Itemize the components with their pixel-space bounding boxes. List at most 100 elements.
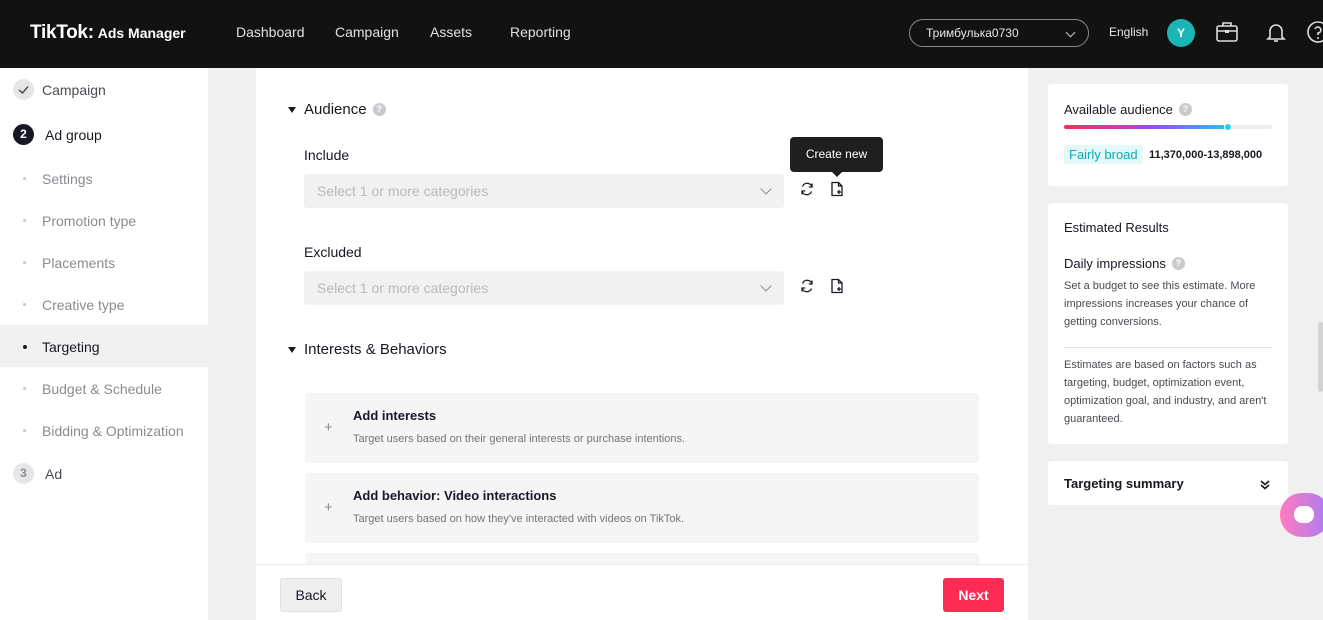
step-campaign-label: Campaign	[42, 82, 106, 98]
include-select[interactable]: Select 1 or more categories	[304, 174, 784, 208]
refresh-icon[interactable]	[799, 181, 815, 197]
logo-main-text: TikTok	[30, 22, 88, 43]
available-audience-header: Available audience ?	[1064, 102, 1192, 117]
chat-button[interactable]	[1280, 493, 1323, 537]
plus-icon: +	[324, 419, 333, 436]
sidebar-item-promotion-type[interactable]: Promotion type	[0, 199, 208, 241]
step-number: 2	[13, 124, 34, 145]
chevron-down-icon	[760, 183, 772, 195]
audience-size-range: 11,370,000-13,898,000	[1149, 149, 1263, 161]
sidebar-item-targeting[interactable]: Targeting	[0, 325, 208, 367]
create-file-icon[interactable]	[829, 278, 845, 294]
back-button[interactable]: Back	[280, 578, 342, 612]
available-audience-title: Available audience	[1064, 102, 1173, 117]
step-ad[interactable]: 3 Ad	[0, 452, 208, 494]
sidebar-item-budget-schedule[interactable]: Budget & Schedule	[0, 367, 208, 409]
nav-assets[interactable]: Assets	[430, 24, 472, 40]
tiktok-ads-manager-logo[interactable]: TikTok: Ads Manager	[30, 22, 186, 44]
targeting-summary-panel[interactable]: Targeting summary	[1048, 461, 1288, 505]
interests-title: Interests & Behaviors	[304, 341, 447, 358]
sidebar-item-bidding-optimization[interactable]: Bidding & Optimization	[0, 409, 208, 451]
bullet	[23, 345, 27, 349]
audience-size-meter	[1064, 123, 1272, 131]
chevron-down-icon	[1065, 27, 1076, 38]
bell-icon[interactable]	[1264, 20, 1288, 44]
steps-sidebar: Campaign 2 Ad group Settings Promotion t…	[0, 68, 208, 620]
divider	[1064, 347, 1272, 348]
step-ad-label: Ad	[45, 466, 63, 482]
sidebar-item-label: Budget & Schedule	[42, 381, 162, 397]
sidebar-item-settings[interactable]: Settings	[0, 157, 208, 199]
sidebar-item-label: Bidding & Optimization	[42, 423, 184, 439]
collapse-triangle-icon	[288, 346, 296, 353]
audience-section-header[interactable]: Audience ?	[288, 101, 386, 118]
collapse-triangle-icon	[288, 106, 296, 113]
step-ad-group[interactable]: 2 Ad group	[0, 113, 208, 155]
interests-section-header[interactable]: Interests & Behaviors	[288, 341, 447, 358]
targeting-summary-title: Targeting summary	[1064, 476, 1184, 491]
top-navigation-bar: TikTok: Ads Manager Dashboard Campaign A…	[0, 0, 1323, 68]
excluded-select[interactable]: Select 1 or more categories	[304, 271, 784, 305]
audience-breadth-badge: Fairly broad	[1064, 145, 1143, 164]
help-icon[interactable]	[1306, 20, 1323, 44]
excluded-label: Excluded	[304, 244, 362, 260]
sidebar-item-label: Targeting	[42, 339, 100, 355]
chevron-down-icon	[760, 280, 772, 292]
sidebar-item-creative-type[interactable]: Creative type	[0, 283, 208, 325]
daily-impressions-text: Set a budget to see this estimate. More …	[1064, 280, 1256, 328]
step-campaign[interactable]: Campaign	[0, 68, 208, 110]
include-label: Include	[304, 147, 350, 163]
page-scrollbar[interactable]	[1318, 322, 1323, 392]
logo-separator: :	[87, 22, 94, 43]
card-title: Add interests	[353, 408, 437, 423]
card-description: Target users based on their general inte…	[353, 433, 686, 445]
bullet	[23, 429, 26, 432]
help-icon[interactable]: ?	[1178, 103, 1192, 116]
estimated-results-title: Estimated Results	[1064, 220, 1169, 235]
help-icon[interactable]: ?	[1171, 257, 1185, 270]
add-interests-card[interactable]: + Add interests Target users based on th…	[305, 393, 979, 463]
next-button[interactable]: Next	[943, 578, 1004, 612]
check-icon	[13, 79, 34, 100]
nav-reporting[interactable]: Reporting	[510, 24, 571, 40]
sidebar-item-label: Settings	[42, 171, 93, 187]
double-chevron-down-icon[interactable]	[1259, 479, 1271, 491]
briefcase-icon[interactable]	[1215, 20, 1239, 44]
sidebar-item-label: Placements	[42, 255, 116, 271]
audience-size-marker	[1224, 123, 1233, 131]
card-title: Add behavior: Video interactions	[353, 488, 557, 503]
targeting-form: Audience ? Include Select 1 or more cate…	[256, 68, 1028, 620]
step-number: 3	[13, 463, 34, 484]
include-placeholder: Select 1 or more categories	[317, 183, 489, 199]
card-description: Target users based on how they've intera…	[353, 513, 685, 525]
bullet	[23, 219, 26, 222]
estimated-results-panel: Estimated Results Daily impressions ? Se…	[1048, 203, 1288, 444]
bullet	[23, 387, 26, 390]
language-selector[interactable]: English	[1109, 25, 1148, 39]
sidebar-item-placements[interactable]: Placements	[0, 241, 208, 283]
help-icon[interactable]: ?	[372, 103, 386, 116]
audience-title: Audience	[304, 101, 367, 118]
form-footer: Back Next	[256, 564, 1028, 620]
estimate-disclaimer: Estimates are based on factors such as t…	[1064, 359, 1267, 425]
audience-size-fill	[1064, 125, 1229, 129]
available-audience-panel: Available audience ? Fairly broad 11,370…	[1048, 84, 1288, 186]
sidebar-item-label: Creative type	[42, 297, 125, 313]
daily-impressions-title: Daily impressions	[1064, 256, 1166, 271]
bullet	[23, 303, 26, 306]
nav-dashboard[interactable]: Dashboard	[236, 24, 305, 40]
excluded-placeholder: Select 1 or more categories	[317, 280, 489, 296]
avatar[interactable]: Y	[1167, 19, 1195, 47]
account-name: Тримбулька0730	[926, 26, 1019, 40]
chat-icon	[1294, 506, 1314, 523]
refresh-icon[interactable]	[799, 278, 815, 294]
plus-icon: +	[324, 499, 333, 516]
add-behavior-card[interactable]: + Add behavior: Video interactions Targe…	[305, 473, 979, 543]
create-new-tooltip: Create new	[790, 137, 883, 177]
create-file-icon[interactable]	[829, 181, 845, 197]
sidebar-item-label: Promotion type	[42, 213, 137, 229]
nav-campaign[interactable]: Campaign	[335, 24, 399, 40]
bullet	[23, 261, 26, 264]
account-selector[interactable]: Тримбулька0730	[909, 19, 1089, 47]
logo-sub-text: Ads Manager	[97, 25, 186, 41]
